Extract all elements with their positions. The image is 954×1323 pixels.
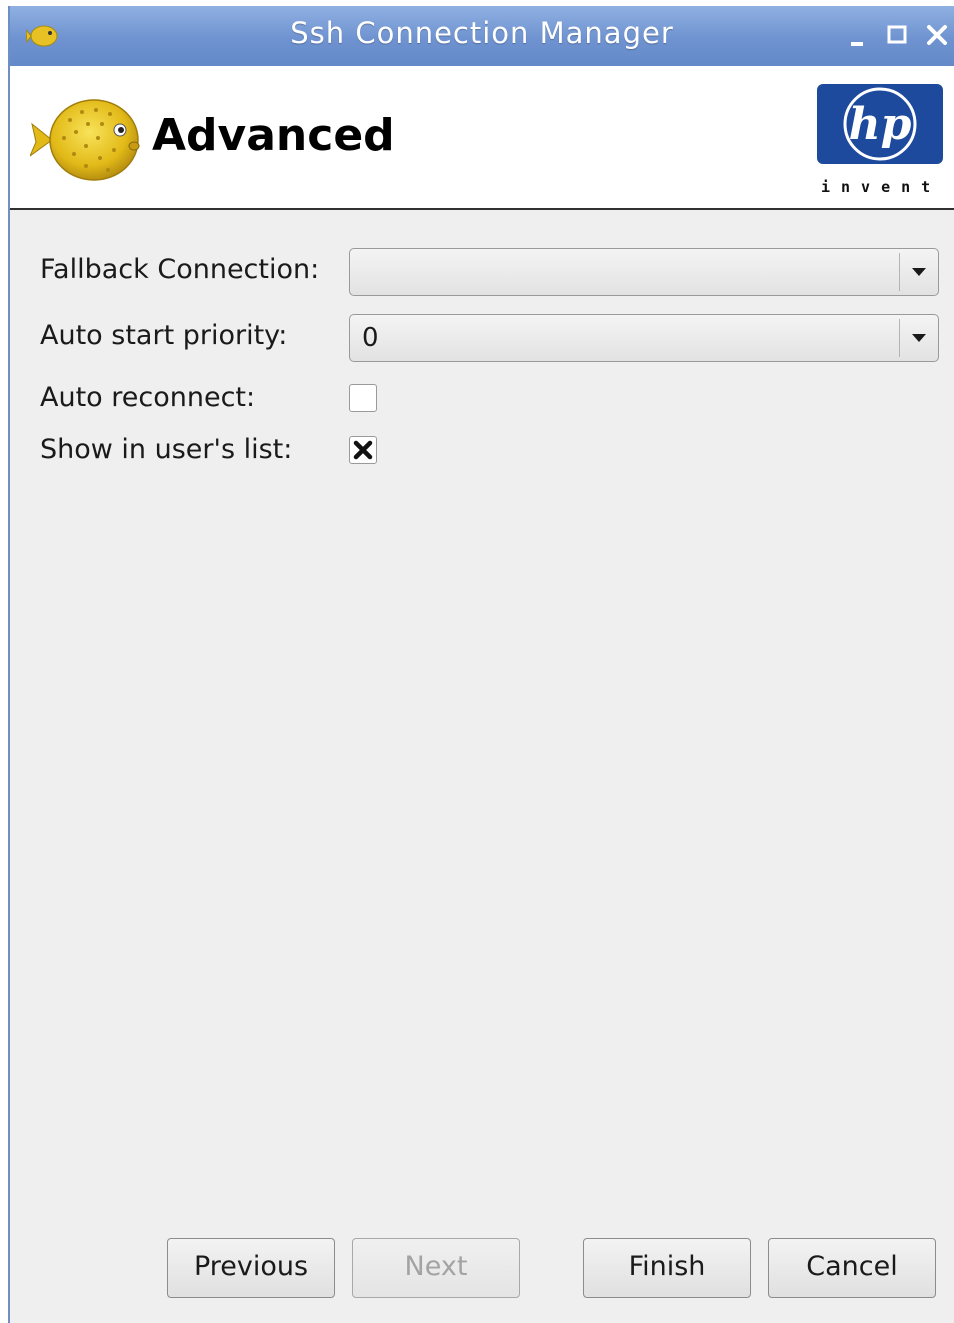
- auto-start-priority-value: 0: [362, 323, 379, 353]
- combo-separator: [899, 253, 900, 291]
- auto-start-priority-select[interactable]: 0: [349, 314, 939, 362]
- next-button[interactable]: Next: [352, 1238, 520, 1298]
- chevron-down-icon[interactable]: [909, 331, 929, 345]
- show-in-users-list-checkbox[interactable]: [349, 436, 377, 464]
- previous-button[interactable]: Previous: [167, 1238, 335, 1298]
- fallback-connection-select[interactable]: [349, 248, 939, 296]
- auto-reconnect-checkbox[interactable]: [349, 384, 377, 412]
- hp-tagline: invent: [821, 178, 942, 196]
- page-title: Advanced: [152, 110, 395, 161]
- auto-reconnect-label: Auto reconnect:: [40, 382, 256, 413]
- hp-logo-text: hp: [849, 99, 912, 150]
- show-in-users-list-label: Show in user's list:: [40, 434, 293, 465]
- combo-separator: [899, 319, 900, 357]
- minimize-icon[interactable]: [840, 18, 874, 52]
- maximize-icon[interactable]: [880, 18, 914, 52]
- ssh-connection-manager-window: Ssh Connection Manager Advanced hp inven…: [8, 6, 954, 1323]
- check-x-icon: [353, 440, 373, 460]
- hp-logo-badge: hp: [817, 84, 943, 164]
- hp-logo: hp invent: [817, 84, 947, 199]
- hp-logo-mark: hp: [843, 87, 917, 161]
- close-icon[interactable]: [920, 18, 954, 52]
- pufferfish-icon: [30, 99, 140, 181]
- finish-button[interactable]: Finish: [583, 1238, 751, 1298]
- title-bar[interactable]: Ssh Connection Manager: [10, 6, 954, 66]
- cancel-button[interactable]: Cancel: [768, 1238, 936, 1298]
- chevron-down-icon[interactable]: [909, 265, 929, 279]
- auto-start-priority-label: Auto start priority:: [40, 320, 288, 351]
- fallback-connection-label: Fallback Connection:: [40, 254, 320, 285]
- wizard-header: Advanced hp invent: [10, 66, 954, 210]
- window-title: Ssh Connection Manager: [290, 16, 674, 50]
